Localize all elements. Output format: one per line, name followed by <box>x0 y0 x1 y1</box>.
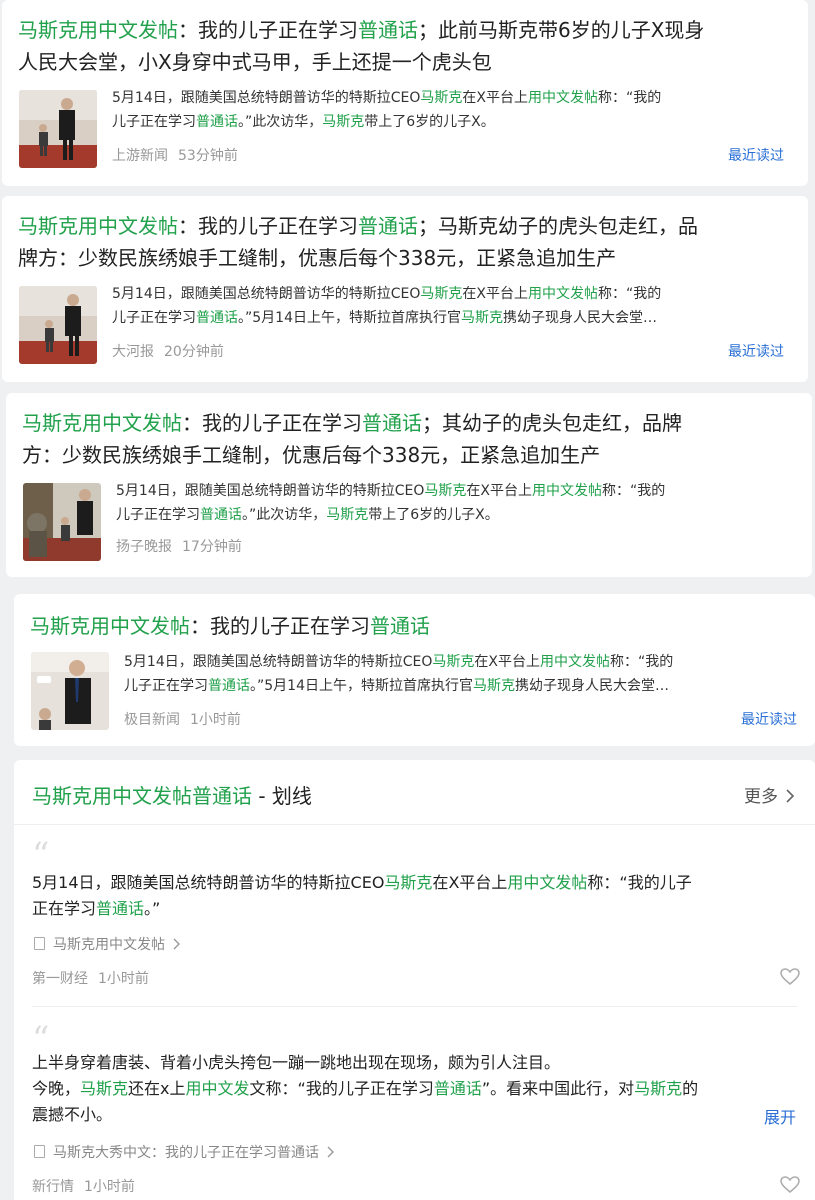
title-highlight: 普通话 <box>370 614 430 638</box>
news-snippet: 5月14日，跟随美国总统特朗普访华的特斯拉CEO马斯克在X平台上用中文发帖称：“… <box>116 483 666 523</box>
title-highlight: 普通话 <box>362 411 422 435</box>
news-source[interactable]: 大河报 <box>112 344 154 360</box>
news-title[interactable]: 马斯克用中文发帖：我的儿子正在学习普通话；其幼子的虎头包走红，品牌 方：少数民族… <box>22 407 802 471</box>
highlight-quote[interactable]: 5月14日，跟随美国总统特朗普访华的特斯拉CEO马斯克在X平台上用中文发帖称：“… <box>32 870 802 922</box>
title-highlight: 马斯克用中文发帖 <box>30 614 190 638</box>
news-snippet: 5月14日，跟随美国总统特朗普访华的特斯拉CEO马斯克在X平台上用中文发帖称：“… <box>124 654 674 694</box>
news-meta: 上游新闻 53分钟前 <box>112 145 248 165</box>
title-text: ；其幼子的虎头包走红，品牌 <box>422 411 682 435</box>
like-heart-icon[interactable] <box>780 968 800 986</box>
news-source[interactable]: 扬子晚报 <box>116 539 172 555</box>
chevron-right-icon <box>173 938 181 950</box>
news-thumbnail[interactable] <box>23 483 101 561</box>
title-text: ：我的儿子正在学习 <box>178 18 358 42</box>
news-card[interactable]: 马斯克用中文发帖：我的儿子正在学习普通话；马斯克幼子的虎头包走红，品 牌方：少数… <box>2 196 808 382</box>
highlights-section: 马斯克用中文发帖普通话 - 划线 更多 “ 5月14日，跟随美国总统特朗普访华的… <box>14 760 815 1200</box>
quote-meta: 新行情 1小时前 <box>32 1176 145 1196</box>
news-meta: 极目新闻 1小时前 <box>124 709 251 729</box>
news-meta: 大河报 20分钟前 <box>112 341 234 361</box>
title-text: ：我的儿子正在学习 <box>182 411 362 435</box>
recently-read-badge: 最近读过 <box>728 344 784 360</box>
quote-time: 1小时前 <box>84 1179 135 1195</box>
highlight-quote[interactable]: 上半身穿着唐装、背着小虎头挎包一蹦一跳地出现在现场，颇为引人注目。 今晚，马斯克… <box>32 1050 802 1128</box>
title-text: ；马斯克幼子的虎头包走红，品 <box>418 214 698 238</box>
news-title[interactable]: 马斯克用中文发帖：我的儿子正在学习普通话 <box>30 610 800 642</box>
news-source[interactable]: 极目新闻 <box>124 712 180 728</box>
recently-read-badge: 最近读过 <box>728 148 784 164</box>
document-icon <box>34 1145 45 1158</box>
title-text: ：我的儿子正在学习 <box>190 614 370 638</box>
news-thumbnail[interactable] <box>31 652 109 730</box>
news-snippet: 5月14日，跟随美国总统特朗普访华的特斯拉CEO马斯克在X平台上用中文发帖称：“… <box>112 90 662 130</box>
title-text: 人民大会堂，小X身穿中式马甲，手上还提一个虎头包 <box>18 50 492 74</box>
news-time: 17分钟前 <box>182 539 242 555</box>
document-icon <box>34 937 45 950</box>
news-meta: 扬子晚报 17分钟前 <box>116 536 252 556</box>
news-thumbnail[interactable] <box>19 90 97 168</box>
news-time: 1小时前 <box>190 712 241 728</box>
chevron-right-icon <box>327 1146 335 1158</box>
news-snippet: 5月14日，跟随美国总统特朗普访华的特斯拉CEO马斯克在X平台上用中文发帖称：“… <box>112 286 662 326</box>
chevron-right-icon <box>786 789 795 803</box>
title-highlight: 马斯克用中文发帖 <box>18 214 178 238</box>
news-thumbnail[interactable] <box>19 286 97 364</box>
news-title[interactable]: 马斯克用中文发帖：我的儿子正在学习普通话；马斯克幼子的虎头包走红，品 牌方：少数… <box>18 210 798 274</box>
news-card[interactable]: 马斯克用中文发帖：我的儿子正在学习普通话 5月14日，跟随美国总统特朗普访华的特… <box>14 594 815 746</box>
divider <box>14 824 815 825</box>
quote-meta: 第一财经 1小时前 <box>32 968 159 988</box>
news-source[interactable]: 上游新闻 <box>112 148 168 164</box>
title-highlight: 马斯克用中文发帖 <box>18 18 178 42</box>
quote-source[interactable]: 新行情 <box>32 1179 74 1195</box>
title-text: ；此前马斯克带6岁的儿子X现身 <box>418 18 705 42</box>
quote-icon: “ <box>32 835 50 875</box>
more-link[interactable]: 更多 <box>744 782 795 807</box>
news-card[interactable]: 马斯克用中文发帖：我的儿子正在学习普通话；其幼子的虎头包走红，品牌 方：少数民族… <box>6 393 812 577</box>
news-card[interactable]: 马斯克用中文发帖：我的儿子正在学习普通话；此前马斯克带6岁的儿子X现身 人民大会… <box>2 0 808 186</box>
like-heart-icon[interactable] <box>780 1176 800 1194</box>
recently-read-badge: 最近读过 <box>741 712 797 728</box>
title-highlight: 马斯克用中文发帖 <box>22 411 182 435</box>
title-text: ：我的儿子正在学习 <box>178 214 358 238</box>
title-text: 方：少数民族绣娘手工缝制，优惠后每个338元，正紧急追加生产 <box>22 443 601 467</box>
source-article-link[interactable]: 马斯克大秀中文：我的儿子正在学习普通话 <box>34 1142 335 1162</box>
quote-time: 1小时前 <box>98 971 149 987</box>
title-text: 牌方：少数民族绣娘手工缝制，优惠后每个338元，正紧急追加生产 <box>18 246 617 270</box>
source-article-link[interactable]: 马斯克用中文发帖 <box>34 934 181 954</box>
divider <box>32 1006 797 1007</box>
news-time: 53分钟前 <box>178 148 238 164</box>
news-time: 20分钟前 <box>164 344 224 360</box>
quote-source[interactable]: 第一财经 <box>32 971 88 987</box>
title-highlight: 普通话 <box>358 18 418 42</box>
news-title[interactable]: 马斯克用中文发帖：我的儿子正在学习普通话；此前马斯克带6岁的儿子X现身 人民大会… <box>18 14 798 78</box>
title-highlight: 普通话 <box>358 214 418 238</box>
highlights-title[interactable]: 马斯克用中文发帖普通话 - 划线 <box>32 780 312 809</box>
expand-button[interactable]: 展开 <box>764 1104 796 1128</box>
